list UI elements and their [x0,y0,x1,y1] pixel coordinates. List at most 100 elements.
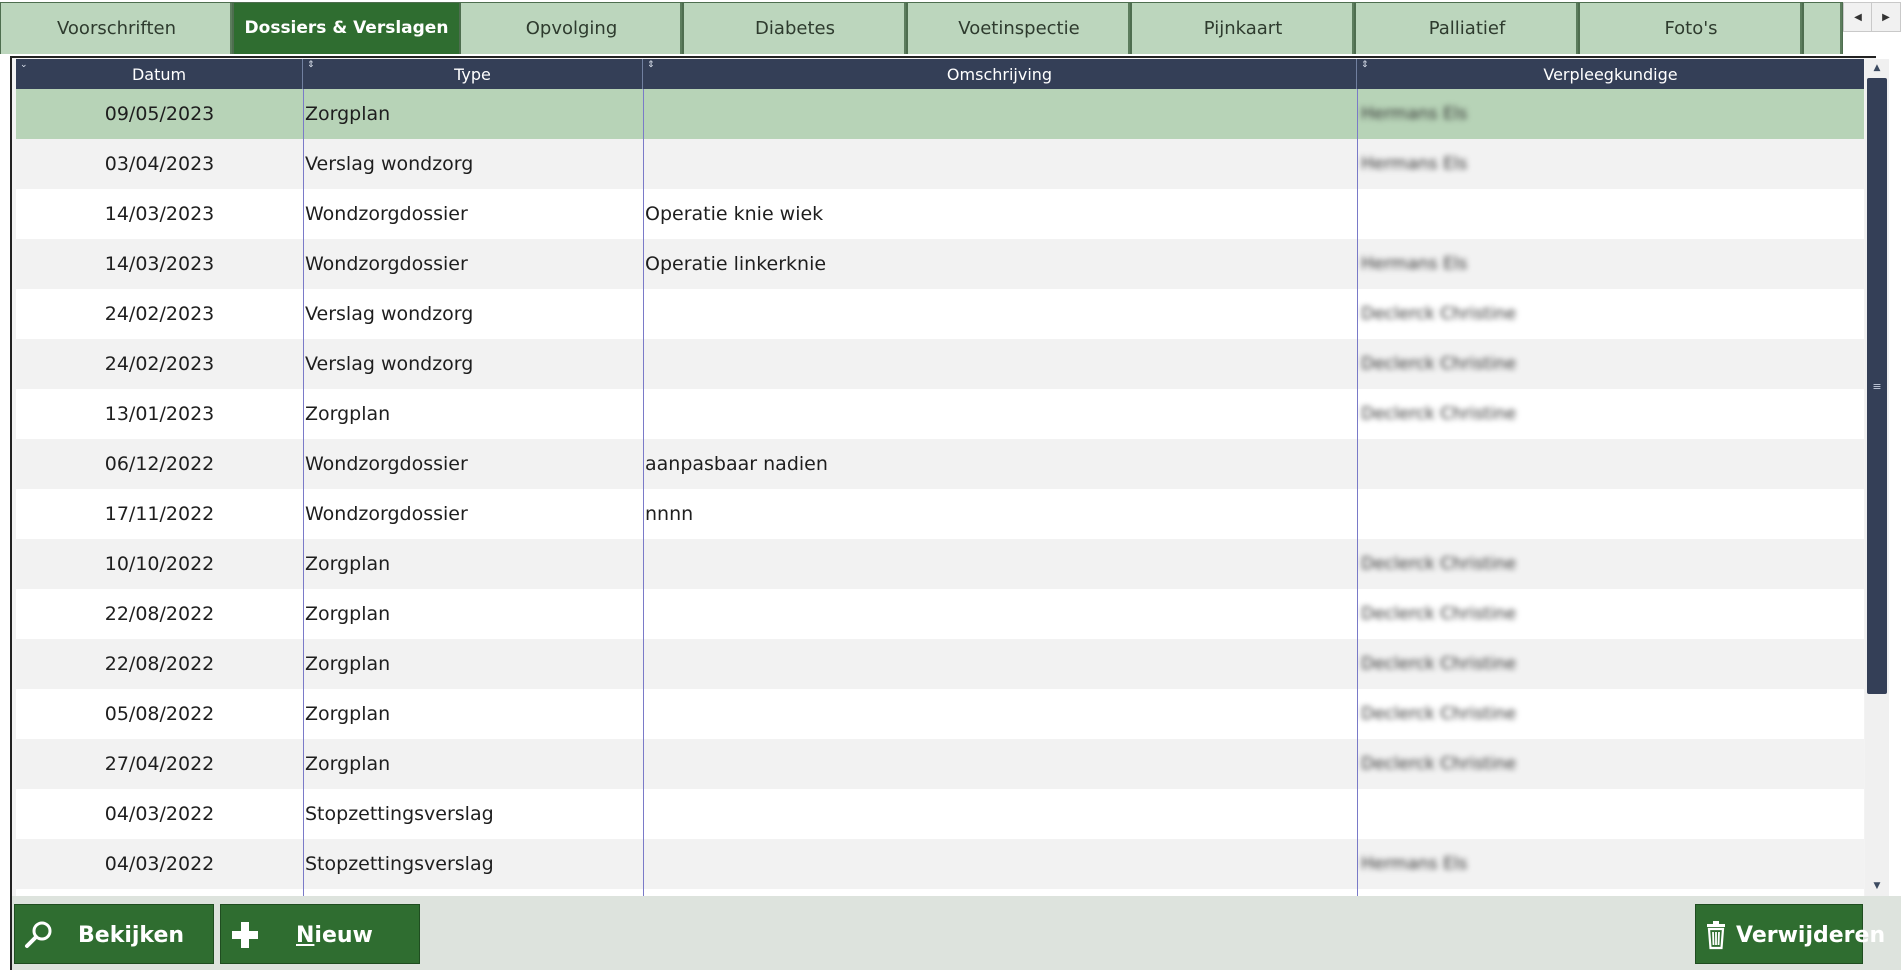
plus-icon [232,922,258,948]
table-row[interactable]: 17/11/2022 Wondzorgdossier nnnn [16,489,1864,539]
table-row[interactable]: 03/04/2023 Verslag wondzorg Hermans Els [16,139,1864,189]
cell-date: 24/02/2023 [104,303,215,325]
cell-description [643,739,1357,789]
triangle-left-icon: ◀ [1854,11,1862,23]
tab-overflow[interactable] [1803,2,1843,54]
column-divider [643,89,644,897]
cell-description [643,339,1357,389]
cell-nurse [1357,489,1864,539]
new-button-label: Nieuw [296,922,373,948]
column-header-verpleegkundige[interactable]: ⇕ Verpleegkundige [1357,59,1864,89]
cell-date: 09/05/2023 [104,103,215,125]
cell-type: Zorgplan [305,603,391,625]
cell-type: Zorgplan [305,403,391,425]
cell-description [643,639,1357,689]
tab-diabetes[interactable]: Diabetes [683,2,907,54]
cell-description: Operatie linkerknie [645,253,827,275]
column-header-datum[interactable]: ⌄ Datum [16,59,303,89]
table-row[interactable]: 24/02/2023 Verslag wondzorg Declerck Chris… [16,339,1864,389]
cell-nurse: Hermans Els [1361,154,1468,174]
scroll-down-button[interactable]: ▼ [1867,877,1887,895]
cell-date: 10/10/2022 [104,553,215,575]
cell-description [643,589,1357,639]
cell-type: Verslag wondzorg [305,153,474,175]
cell-description [643,389,1357,439]
view-button[interactable]: Bekijken [14,904,214,964]
cell-nurse: Declerck Christine [1361,654,1517,674]
table-row[interactable]: 04/03/2022 Stopzettingsverslag [16,789,1864,839]
table-row[interactable]: 22/08/2022 Zorgplan Declerck Christine [16,639,1864,689]
cell-type: Zorgplan [305,553,391,575]
grid-header: ⌄ Datum ⇕ Type ⇕ Omschrijving ⇕ Verpleeg… [16,59,1864,89]
cell-type: Zorgplan [305,753,391,775]
tab-dossiers-verslagen[interactable]: Dossiers & Verslagen [233,2,460,54]
grip-icon: ≡ [1872,379,1882,393]
sort-desc-icon: ⌄ [20,60,28,70]
tab-scroll-left-button[interactable]: ◀ [1843,2,1873,32]
table-row[interactable]: 06/12/2022 Wondzorgdossier aanpasbaar nadi… [16,439,1864,489]
cell-date: 14/03/2023 [104,203,215,225]
table-row[interactable]: 04/03/2022 Stopzettingsverslag Hermans Els [16,839,1864,889]
table-row[interactable]: 09/05/2023 Zorgplan Hermans Els [16,89,1864,139]
cell-type: Verslag wondzorg [305,353,474,375]
cell-nurse: Hermans Els [1361,854,1468,874]
table-row[interactable]: 24/02/2023 Verslag wondzorg Declerck Chris… [16,289,1864,339]
scrollbar-thumb[interactable]: ≡ [1867,78,1887,694]
cell-description: Operatie knie wiek [645,203,824,225]
cell-date: 06/12/2022 [104,453,215,475]
cell-nurse: Declerck Christine [1361,354,1517,374]
table-row[interactable]: 05/08/2022 Zorgplan Declerck Christine [16,689,1864,739]
cell-nurse: Hermans Els [1361,254,1468,274]
tab-scroll-right-button[interactable]: ▶ [1871,2,1901,32]
cell-date: 22/08/2022 [104,653,215,675]
cell-nurse: Declerck Christine [1361,704,1517,724]
cell-type: Zorgplan [305,103,391,125]
cell-description [643,289,1357,339]
cell-type: Wondzorgdossier [305,503,468,525]
column-divider [303,89,304,897]
cell-type: Verslag wondzorg [305,303,474,325]
new-button[interactable]: Nieuw [220,904,420,964]
cell-date: 03/04/2023 [104,153,215,175]
cell-type: Stopzettingsverslag [305,853,494,875]
view-button-label: Bekijken [78,922,185,948]
cell-nurse: Declerck Christine [1361,604,1517,624]
table-row[interactable]: 10/10/2022 Zorgplan Declerck Christine [16,539,1864,589]
column-header-type[interactable]: ⇕ Type [303,59,643,89]
tab-voorschriften[interactable]: Voorschriften [0,2,233,54]
cell-description: aanpasbaar nadien [645,453,828,475]
tab-bar: Voorschriften Dossiers & Verslagen Opvol… [0,0,1901,57]
table-row[interactable]: 14/03/2023 Wondzorgdossier Operatie knie w… [16,189,1864,239]
cell-nurse [1357,439,1864,489]
cell-type: Stopzettingsverslag [305,803,494,825]
tab-opvolging[interactable]: Opvolging [460,2,683,54]
search-icon [25,921,52,948]
tab-palliatief[interactable]: Palliatief [1355,2,1579,54]
cell-date: 14/03/2023 [104,253,215,275]
cell-nurse: Declerck Christine [1361,754,1517,774]
cell-description [643,789,1357,839]
cell-description: nnnn [645,503,694,525]
records-grid: ⌄ Datum ⇕ Type ⇕ Omschrijving ⇕ Verpleeg… [16,59,1864,897]
cell-nurse [1357,789,1864,839]
sort-icon: ⇕ [1361,60,1369,70]
table-row[interactable]: 27/04/2022 Zorgplan Declerck Christine [16,739,1864,789]
tab-fotos[interactable]: Foto's [1579,2,1803,54]
table-row[interactable]: 13/01/2023 Zorgplan Declerck Christine [16,389,1864,439]
cell-nurse: Hermans Els [1361,104,1468,124]
cell-date: 04/03/2022 [104,803,215,825]
cell-date: 04/03/2022 [104,853,215,875]
cell-date: 05/08/2022 [104,703,215,725]
tab-voetinspectie[interactable]: Voetinspectie [907,2,1131,54]
table-row[interactable]: 22/08/2022 Zorgplan Declerck Christine [16,589,1864,639]
cell-date: 17/11/2022 [104,503,215,525]
scroll-up-button[interactable]: ▲ [1867,59,1887,77]
trash-icon [1707,921,1725,950]
table-row[interactable]: 14/03/2023 Wondzorgdossier Operatie linker… [16,239,1864,289]
grid-scrollbar[interactable]: ▲ ≡ ▼ [1865,59,1889,897]
delete-button-label: Verwijderen [1736,922,1886,948]
column-header-omschrijving[interactable]: ⇕ Omschrijving [643,59,1357,89]
delete-button[interactable]: Verwijderen [1695,904,1885,964]
cell-description [643,839,1357,889]
tab-pijnkaart[interactable]: Pijnkaart [1131,2,1355,54]
